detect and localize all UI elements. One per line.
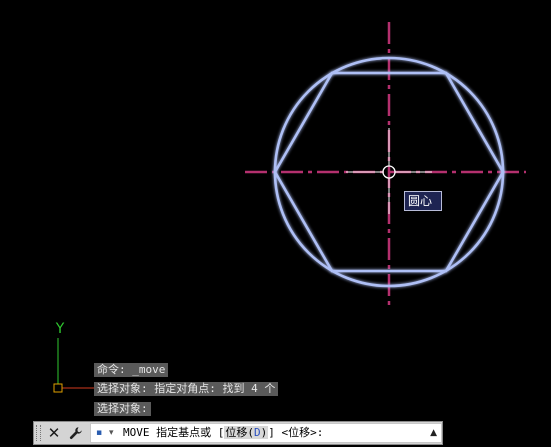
option-displacement[interactable]: 位移(D) — [224, 426, 269, 439]
history-line: 选择对象: — [94, 402, 151, 416]
wrench-icon[interactable] — [66, 423, 86, 443]
option-suffix: ) — [260, 426, 268, 439]
command-prompt-icon[interactable]: ▪ — [96, 424, 102, 442]
close-icon[interactable]: ✕ — [44, 423, 64, 443]
command-line-bar: ✕ ▪ ▾ MOVE 指定基点或 [位移(D)] <位移>: ▲ — [33, 421, 443, 445]
command-prompt-text: MOVE 指定基点或 [位移(D)] <位移>: — [123, 424, 323, 442]
drag-grip-handle[interactable] — [36, 425, 41, 441]
option-label: 位移( — [225, 426, 254, 439]
option-key: D — [253, 426, 261, 439]
drawing-canvas[interactable]: Y — [0, 0, 551, 447]
prompt-suffix: ] <位移>: — [268, 426, 324, 439]
recent-commands-dropdown-icon[interactable]: ▾ — [109, 424, 114, 442]
history-line: 选择对象: 指定对角点: 找到 4 个 — [94, 382, 279, 396]
prompt-prefix: MOVE 指定基点或 [ — [123, 426, 225, 439]
ucs-origin-marker — [53, 383, 63, 393]
history-toggle-icon[interactable]: ▲ — [430, 424, 437, 442]
snap-tooltip: 圆心 — [404, 191, 442, 211]
history-line: 命令: _move — [94, 363, 169, 377]
command-input[interactable]: ▪ ▾ MOVE 指定基点或 [位移(D)] <位移>: ▲ — [90, 423, 442, 443]
ucs-y-label: Y — [55, 321, 65, 337]
